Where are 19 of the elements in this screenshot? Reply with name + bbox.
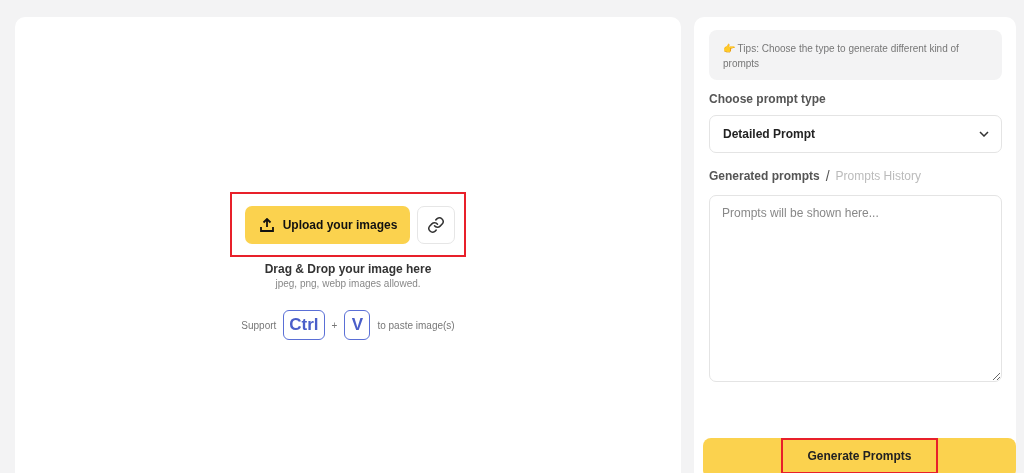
tab-separator: /	[825, 168, 830, 184]
keyboard-key: Ctrl	[283, 310, 325, 340]
prompt-type-dropdown[interactable]: Detailed Prompt	[709, 115, 1002, 153]
file-types-note: jpeg, png, webp images allowed.	[275, 278, 421, 289]
upload-button[interactable]: Upload your images	[244, 206, 411, 244]
link-icon	[427, 216, 446, 234]
generate-button[interactable]: Generate Prompts	[703, 438, 1016, 473]
prompts-output-field[interactable]: Prompts will be shown here...	[709, 195, 1002, 382]
upload-icon	[259, 218, 274, 232]
paste-hint: to paste image(s)	[377, 319, 455, 331]
tab[interactable]: Generated prompts	[709, 169, 820, 183]
link-button[interactable]	[417, 206, 456, 244]
tips-box: 👉 Tips: Choose the type to generate different kind of prompts	[709, 30, 1002, 80]
prompt-type-label: Choose prompt type	[709, 92, 827, 106]
plus-sign: +	[331, 319, 338, 331]
keyboard-key: V	[344, 310, 371, 340]
support-text: Support	[241, 319, 277, 331]
chevron-down-icon	[979, 131, 989, 137]
drop-title: Drag & Drop your image here	[264, 262, 432, 276]
